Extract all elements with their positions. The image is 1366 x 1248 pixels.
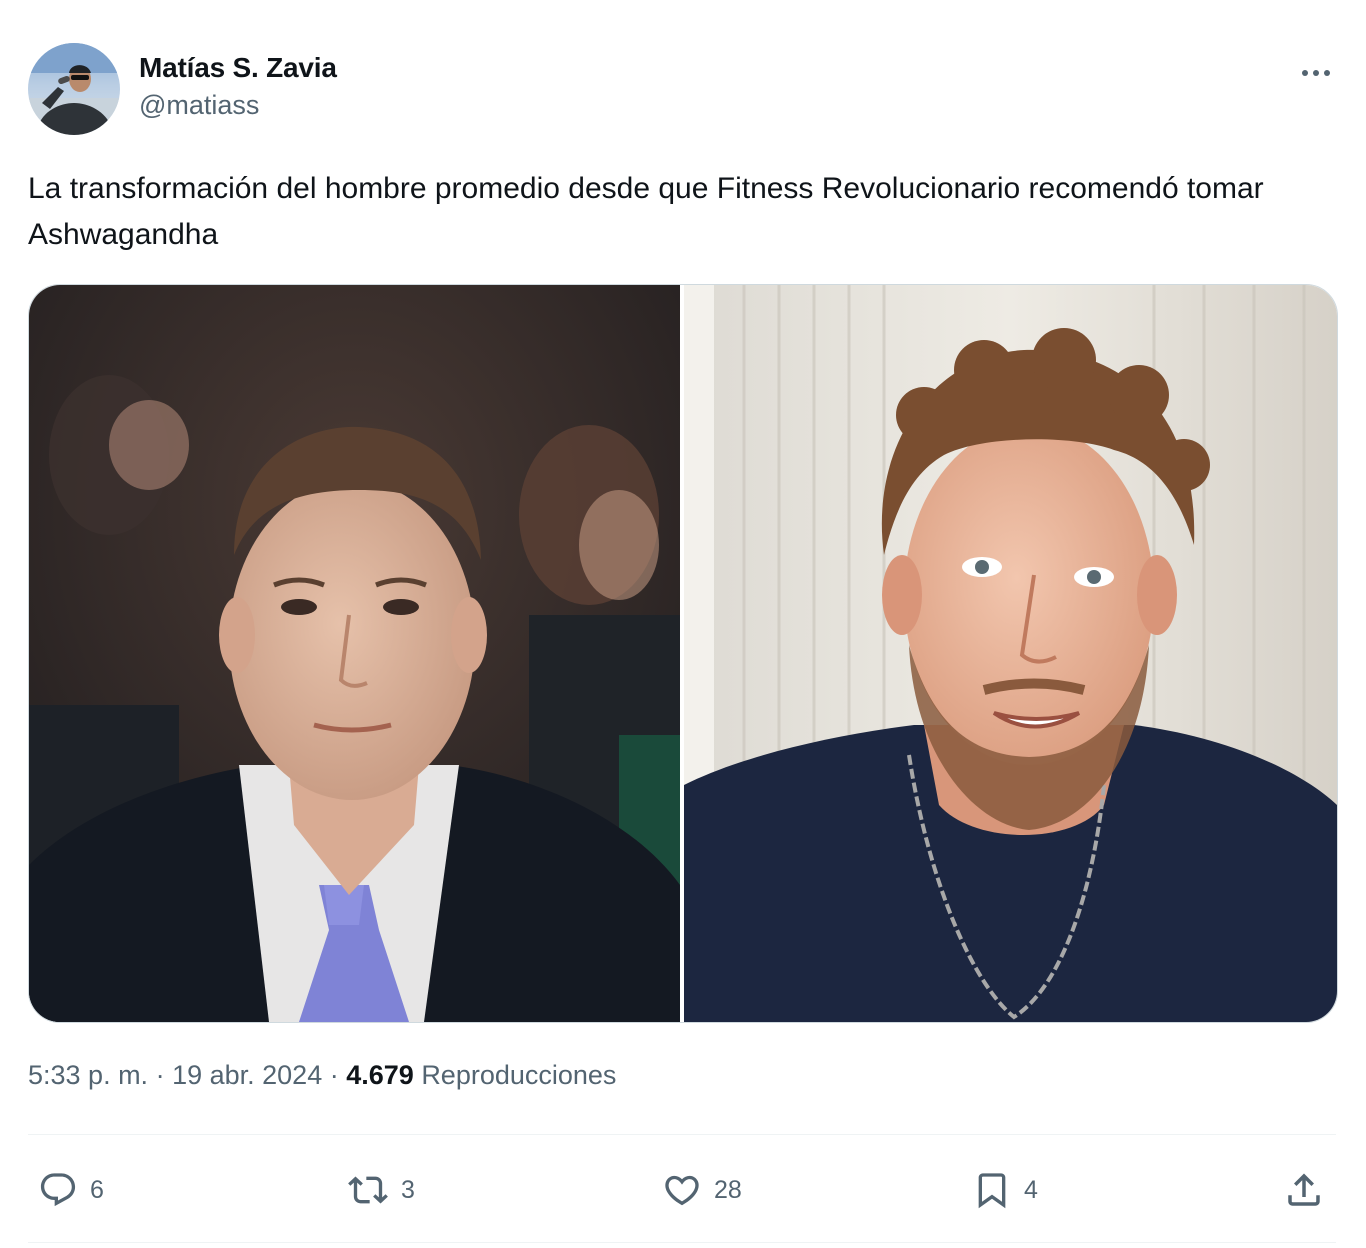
like-count: 28 [714,1175,742,1204]
avatar[interactable] [28,43,120,135]
user-avatar-icon [28,43,120,135]
views-count: 4.679 [346,1060,414,1090]
share-icon [1283,1169,1325,1211]
tweet-text: La transformación del hombre promedio de… [28,172,1264,251]
reply-button[interactable]: 6 [38,1168,104,1212]
retweet-count: 3 [401,1175,415,1204]
media-grid [28,284,1338,1023]
bookmark-button[interactable]: 4 [972,1168,1038,1212]
heart-icon [662,1170,702,1210]
display-name[interactable]: Matías S. Zavia [139,52,337,84]
tweet-meta: 5:33 p. m. · 19 abr. 2024 · 4.679 Reprod… [28,1060,616,1091]
more-horizontal-icon [1302,70,1330,76]
share-button[interactable] [1283,1168,1325,1212]
tweet: Matías S. Zavia @matiass La transformaci… [0,0,1366,1248]
username-handle[interactable]: @matiass [139,90,259,121]
bookmark-icon [972,1169,1012,1211]
photo-before[interactable] [29,285,680,1022]
photo-after[interactable] [684,285,1337,1022]
meta-separator: · [322,1060,347,1090]
reply-icon [38,1170,78,1210]
photo-after-image [684,285,1337,1022]
retweet-icon [347,1170,389,1210]
views-label: Reproducciones [421,1060,617,1090]
bookmark-count: 4 [1024,1175,1038,1204]
more-options-button[interactable] [1296,58,1336,88]
tweet-time[interactable]: 5:33 p. m. [28,1060,148,1090]
meta-separator: · [148,1060,173,1090]
tweet-date[interactable]: 19 abr. 2024 [172,1060,322,1090]
photo-before-image [29,285,680,1022]
divider-bottom [28,1242,1336,1243]
retweet-button[interactable]: 3 [347,1168,415,1212]
reply-count: 6 [90,1175,104,1204]
like-button[interactable]: 28 [662,1168,742,1212]
divider-top [28,1134,1336,1135]
